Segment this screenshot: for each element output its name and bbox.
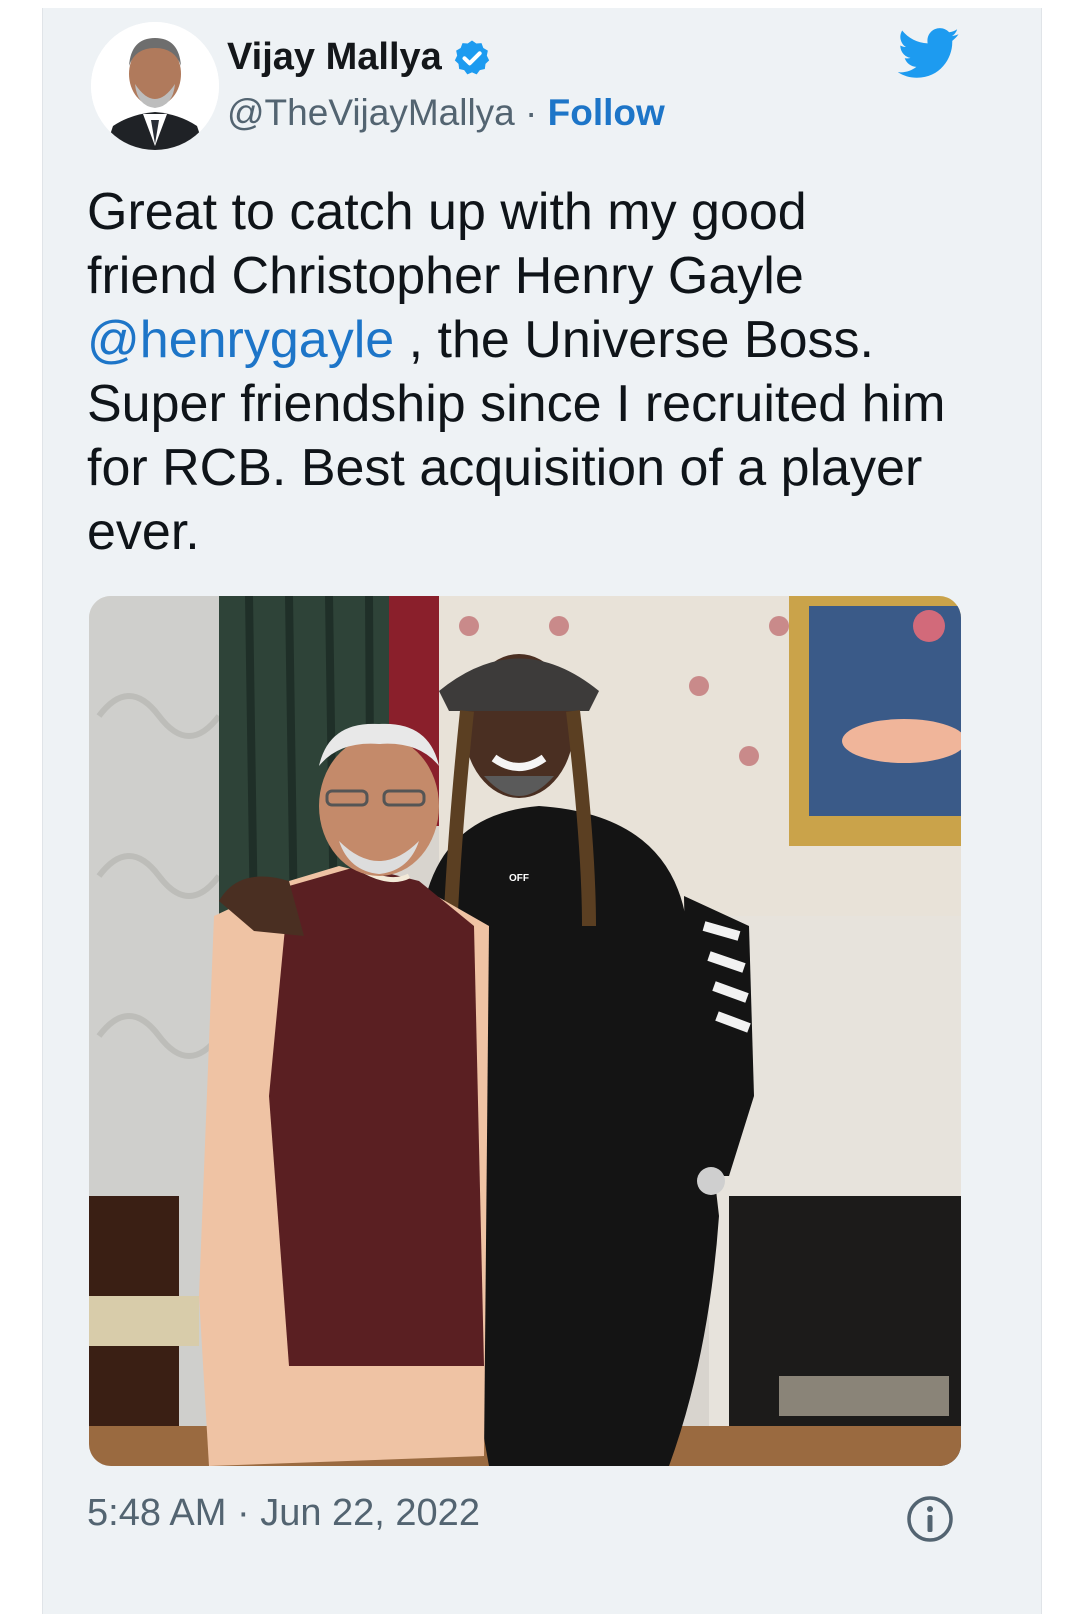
author-handle[interactable]: @TheVijayMallya (227, 92, 515, 133)
tweet-timestamp[interactable]: 5:48 AM · Jun 22, 2022 (87, 1492, 480, 1535)
shirt-print-text: OFF (509, 873, 529, 884)
timestamp-separator: · (236, 1492, 250, 1534)
mention-link[interactable]: @henrygayle (87, 311, 394, 369)
tweet-photo[interactable]: OFF (89, 596, 961, 1466)
author-avatar[interactable] (91, 22, 219, 150)
author-name[interactable]: Vijay Mallya (227, 36, 442, 79)
verified-badge-icon (454, 40, 489, 74)
tweet-card: Vijay Mallya @TheVijayMallya · Follow Gr… (42, 8, 1042, 1614)
tweet-date: Jun 22, 2022 (260, 1492, 480, 1534)
handle-separator: · (525, 92, 538, 133)
tweet-text: Great to catch up with my good friend Ch… (87, 180, 947, 564)
twitter-bird-icon[interactable] (898, 26, 960, 82)
follow-button[interactable]: Follow (548, 92, 665, 133)
tweet-text-before: Great to catch up with my good friend Ch… (87, 183, 807, 305)
tweet-time: 5:48 AM (87, 1492, 227, 1534)
author-handle-row: @TheVijayMallya · Follow (227, 92, 665, 134)
avatar-photo (91, 22, 219, 150)
info-icon[interactable] (905, 1494, 955, 1544)
photo-illustration: OFF (89, 596, 961, 1466)
